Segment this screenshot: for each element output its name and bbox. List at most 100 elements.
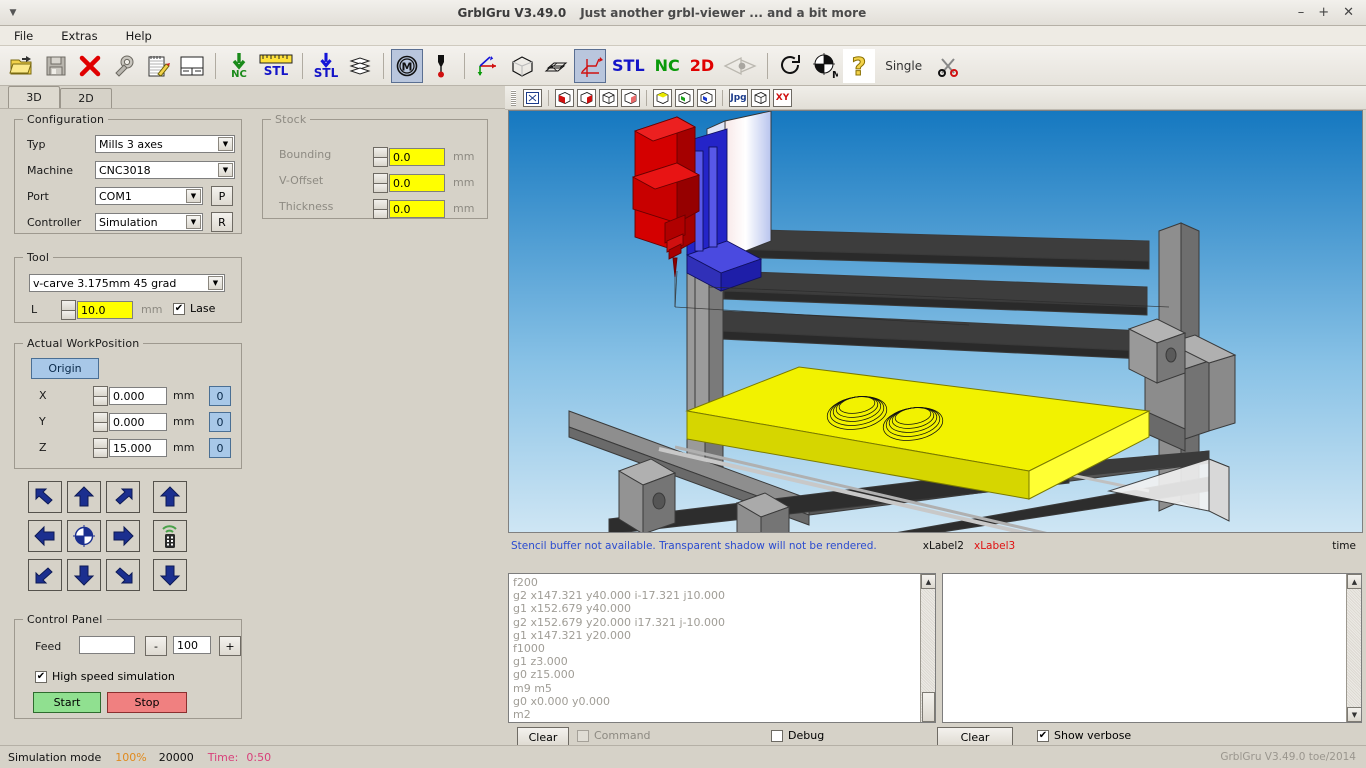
probe-icon[interactable] bbox=[425, 49, 457, 83]
plane-grid-icon[interactable] bbox=[540, 49, 572, 83]
jog-y-plus[interactable] bbox=[67, 481, 101, 513]
layers-icon[interactable] bbox=[344, 49, 376, 83]
chevron-down-icon[interactable]: ▼ bbox=[186, 189, 201, 203]
view-top-yellow-icon[interactable] bbox=[653, 88, 672, 107]
thickness-spinner[interactable] bbox=[373, 199, 388, 219]
origin-button[interactable]: Origin bbox=[31, 358, 99, 379]
chevron-down-icon[interactable]: ▼ bbox=[186, 215, 201, 229]
console-clear-button[interactable]: Clear bbox=[937, 727, 1013, 747]
scroll-up-icon[interactable]: ▲ bbox=[1347, 574, 1361, 589]
port-combo[interactable]: COM1 ▼ bbox=[95, 187, 203, 205]
jog-z-minus[interactable] bbox=[153, 559, 187, 591]
view-front-red-icon[interactable] bbox=[555, 88, 574, 107]
tool-length-spinner[interactable] bbox=[61, 300, 76, 320]
help-question-icon[interactable]: ? bbox=[843, 48, 876, 83]
menu-item-extras[interactable]: Extras bbox=[57, 28, 101, 44]
menu-item-help[interactable]: Help bbox=[122, 28, 156, 44]
jog-xy-down-right[interactable] bbox=[106, 559, 140, 591]
jog-remote-pad[interactable] bbox=[153, 520, 187, 552]
scroll-down-icon[interactable]: ▼ bbox=[1347, 707, 1361, 722]
thickness-field[interactable]: 0.0 bbox=[389, 200, 445, 218]
view-eye-icon[interactable] bbox=[720, 49, 760, 83]
verbose-checkbox-row[interactable]: ✔ Show verbose bbox=[1037, 729, 1131, 742]
window-menu-icon[interactable]: ▼ bbox=[0, 8, 26, 18]
z-spinner[interactable] bbox=[93, 438, 108, 458]
chevron-down-icon[interactable]: ▼ bbox=[218, 163, 233, 177]
z-field[interactable]: 15.000 bbox=[109, 439, 167, 457]
verbose-checkbox[interactable]: ✔ bbox=[1037, 729, 1049, 742]
controller-reset-button[interactable]: R bbox=[211, 212, 233, 232]
chevron-down-icon[interactable]: ▼ bbox=[208, 276, 223, 290]
debug-checkbox[interactable] bbox=[771, 729, 783, 742]
view-iso-green-icon[interactable] bbox=[675, 88, 694, 107]
view-left-white-icon[interactable] bbox=[599, 88, 618, 107]
3d-viewport-canvas[interactable] bbox=[508, 110, 1363, 533]
view-xy-icon[interactable]: XY bbox=[773, 88, 792, 107]
voffset-spinner[interactable] bbox=[373, 173, 388, 193]
gcode-clear-button[interactable]: Clear bbox=[517, 727, 569, 747]
machine-origin-icon[interactable]: M bbox=[809, 49, 841, 83]
y-zero-button[interactable]: 0 bbox=[209, 412, 231, 432]
x-spinner[interactable] bbox=[93, 386, 108, 406]
jog-xy-up-right[interactable] bbox=[106, 481, 140, 513]
feed-decrease-button[interactable]: - bbox=[145, 636, 167, 656]
single-step-label[interactable]: Single bbox=[877, 59, 930, 73]
console-textarea[interactable]: ▲ ▼ bbox=[942, 573, 1362, 723]
jog-x-minus[interactable] bbox=[28, 520, 62, 552]
chevron-down-icon[interactable]: ▼ bbox=[218, 137, 233, 151]
2d-view-toggle[interactable]: 2D bbox=[686, 56, 718, 75]
tab-2d[interactable]: 2D bbox=[60, 88, 112, 108]
reset-rotate-icon[interactable] bbox=[775, 49, 807, 83]
tool-length-field[interactable]: 10.0 bbox=[77, 301, 133, 319]
view-right-white-icon[interactable] bbox=[621, 88, 640, 107]
close-button[interactable]: ✕ bbox=[1343, 5, 1354, 20]
toolbar-grip[interactable] bbox=[511, 89, 516, 106]
jog-y-minus[interactable] bbox=[67, 559, 101, 591]
port-config-button[interactable]: P bbox=[211, 186, 233, 206]
start-button[interactable]: Start bbox=[33, 692, 101, 713]
view-back-red-icon[interactable] bbox=[577, 88, 596, 107]
jog-xy-down-left[interactable] bbox=[28, 559, 62, 591]
console-scrollbar[interactable]: ▲ ▼ bbox=[1346, 574, 1361, 722]
feed-percent-field[interactable]: 100 bbox=[173, 636, 211, 654]
tab-3d[interactable]: 3D bbox=[8, 86, 60, 108]
scroll-up-icon[interactable]: ▲ bbox=[921, 574, 935, 589]
panel-layout-icon[interactable] bbox=[176, 49, 208, 83]
lase-checkbox-row[interactable]: ✔ Lase bbox=[173, 302, 215, 315]
save-file-icon[interactable] bbox=[40, 49, 72, 83]
import-stl-icon[interactable]: STL bbox=[310, 49, 342, 83]
feed-input[interactable] bbox=[79, 636, 135, 654]
z-zero-button[interactable]: 0 bbox=[209, 438, 231, 458]
close-delete-icon[interactable] bbox=[74, 49, 106, 83]
jog-xy-up-left[interactable] bbox=[28, 481, 62, 513]
view-fit-icon[interactable] bbox=[523, 88, 542, 107]
machine-combo[interactable]: CNC3018 ▼ bbox=[95, 161, 235, 179]
tool-combo[interactable]: v-carve 3.175mm 45 grad ▼ bbox=[29, 274, 225, 292]
measure-stl-icon[interactable]: STL bbox=[257, 49, 295, 83]
menu-item-file[interactable]: File bbox=[10, 28, 37, 44]
settings-wrench-icon[interactable] bbox=[108, 49, 140, 83]
nc-view-toggle[interactable]: NC bbox=[651, 56, 684, 75]
axis-origin-icon[interactable] bbox=[472, 49, 504, 83]
jog-x-plus[interactable] bbox=[106, 520, 140, 552]
minimize-button[interactable]: – bbox=[1298, 5, 1305, 20]
lase-checkbox[interactable]: ✔ bbox=[173, 302, 185, 315]
stl-view-toggle[interactable]: STL bbox=[608, 56, 649, 75]
editor-notepad-icon[interactable] bbox=[142, 49, 174, 83]
toolpath-axis-icon[interactable] bbox=[574, 48, 606, 83]
stop-button[interactable]: Stop bbox=[107, 692, 187, 713]
bounding-field[interactable]: 0.0 bbox=[389, 148, 445, 166]
voffset-field[interactable]: 0.0 bbox=[389, 174, 445, 192]
feed-increase-button[interactable]: + bbox=[219, 636, 241, 656]
gcode-scrollbar[interactable]: ▲ bbox=[920, 574, 935, 722]
bounding-spinner[interactable] bbox=[373, 147, 388, 167]
x-field[interactable]: 0.000 bbox=[109, 387, 167, 405]
controller-combo[interactable]: Simulation ▼ bbox=[95, 213, 203, 231]
view-bottom-blue-icon[interactable] bbox=[697, 88, 716, 107]
x-zero-button[interactable]: 0 bbox=[209, 386, 231, 406]
maximize-button[interactable]: + bbox=[1318, 5, 1329, 20]
y-spinner[interactable] bbox=[93, 412, 108, 432]
scissors-cut-icon[interactable] bbox=[932, 49, 964, 83]
gcode-scroll-thumb[interactable] bbox=[922, 692, 935, 722]
y-field[interactable]: 0.000 bbox=[109, 413, 167, 431]
